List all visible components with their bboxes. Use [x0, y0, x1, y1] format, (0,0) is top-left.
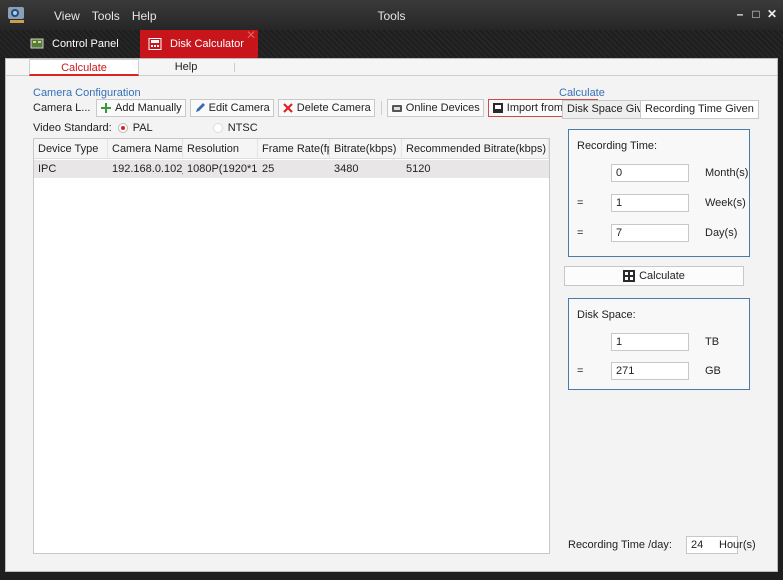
equals-sign-days: =: [577, 227, 584, 239]
menu-bar: View Tools Help: [54, 9, 157, 23]
add-manually-label: Add Manually: [115, 102, 182, 114]
table-header: Device Type Camera Name Resolution Frame…: [34, 139, 549, 159]
window-controls: – □ ✕: [735, 8, 777, 20]
cell-recommended-bitrate: 5120: [406, 163, 431, 175]
cell-frame-rate: 25: [262, 163, 275, 175]
cell-device-type: IPC: [38, 163, 57, 175]
close-icon[interactable]: ✕: [767, 8, 777, 20]
delete-camera-button[interactable]: Delete Camera: [277, 99, 375, 117]
ntsc-radio[interactable]: [212, 123, 223, 133]
cell-bitrate: 3480: [334, 163, 359, 175]
tab-close-icon[interactable]: ✕: [246, 28, 256, 42]
ntsc-label: NTSC: [227, 122, 258, 134]
recording-time-box: Recording Time: 0 Month(s) = 1 Week(s) =…: [568, 129, 750, 257]
toolbar-divider: [380, 101, 382, 115]
tb-unit: TB: [705, 336, 720, 348]
menu-view[interactable]: View: [54, 9, 80, 23]
disk-space-box: Disk Space: 1 TB = 271 GB: [568, 298, 750, 390]
import-icon: [492, 102, 504, 114]
camera-table: Device Type Camera Name Resolution Frame…: [33, 138, 550, 554]
column-header-recommended-bitrate[interactable]: Recommended Bitrate(kbps): [402, 139, 549, 159]
recording-per-day-label: Recording Time /day:: [568, 539, 672, 551]
tab-control-panel-label: Control Panel: [52, 38, 119, 50]
delete-camera-label: Delete Camera: [296, 102, 371, 114]
recording-time-label: Recording Time:: [577, 140, 658, 152]
maximize-icon[interactable]: □: [751, 8, 761, 20]
weeks-unit: Week(s): [705, 197, 746, 209]
calculator-icon: [623, 270, 636, 282]
days-unit: Day(s): [705, 227, 738, 239]
tb-input[interactable]: 1: [611, 333, 689, 351]
tab-disk-calculator[interactable]: Disk Calculator ✕: [140, 28, 258, 58]
tab-control-panel[interactable]: Control Panel: [26, 30, 132, 58]
months-input[interactable]: 0: [611, 164, 689, 182]
tab-calculate[interactable]: Calculate: [29, 59, 139, 76]
pal-label: PAL: [132, 122, 153, 134]
online-devices-button[interactable]: Online Devices: [386, 99, 484, 117]
minimize-icon[interactable]: –: [735, 8, 745, 20]
column-header-resolution[interactable]: Resolution: [183, 139, 258, 159]
control-panel-icon: [30, 38, 44, 50]
gb-unit: GB: [705, 365, 721, 377]
online-devices-icon: [391, 102, 403, 114]
menu-help[interactable]: Help: [132, 9, 157, 23]
table-row[interactable]: IPC 192.168.0.102_1 1080P(1920*1... 25 3…: [34, 160, 549, 178]
tab-divider: [234, 63, 235, 72]
column-header-bitrate[interactable]: Bitrate(kbps): [330, 139, 402, 159]
pal-radio[interactable]: [117, 123, 128, 133]
months-unit: Month(s): [705, 167, 749, 179]
column-header-frame-rate[interactable]: Frame Rate(fps): [258, 139, 330, 159]
title-bar: View Tools Help Tools – □ ✕: [0, 0, 783, 30]
calculate-button[interactable]: Calculate: [564, 266, 744, 286]
calculate-section-title: Calculate: [559, 87, 605, 99]
menu-tools[interactable]: Tools: [92, 9, 120, 23]
pencil-icon: [194, 102, 206, 114]
gb-input[interactable]: 271: [611, 362, 689, 380]
equals-sign-gb: =: [577, 365, 584, 377]
recording-per-day-unit: Hour(s): [719, 539, 756, 551]
edit-camera-label: Edit Camera: [208, 102, 270, 114]
add-manually-button[interactable]: Add Manually: [96, 99, 186, 117]
delete-x-icon: [282, 102, 294, 114]
app-tab-bar: Control Panel Disk Calculator ✕: [0, 28, 783, 58]
online-devices-label: Online Devices: [405, 102, 480, 114]
equals-sign-weeks: =: [577, 197, 584, 209]
sub-tab-bar: Calculate Help: [6, 59, 777, 76]
video-standard-row: Video Standard: PAL NTSC: [33, 122, 258, 134]
calculate-button-label: Calculate: [639, 270, 685, 282]
cell-resolution: 1080P(1920*1...: [187, 163, 258, 175]
tab-help[interactable]: Help: [146, 59, 226, 76]
column-header-camera-name[interactable]: Camera Name: [108, 139, 183, 159]
edit-camera-button[interactable]: Edit Camera: [189, 99, 274, 117]
plus-icon: [100, 102, 112, 114]
column-header-device-type[interactable]: Device Type: [34, 139, 108, 159]
app-logo-icon: [6, 4, 28, 26]
days-input[interactable]: 7: [611, 224, 689, 242]
weeks-input[interactable]: 1: [611, 194, 689, 212]
video-standard-label: Video Standard:: [33, 122, 112, 134]
tab-disk-calculator-label: Disk Calculator: [170, 38, 244, 50]
tab-recording-time-given[interactable]: Recording Time Given: [640, 100, 759, 119]
cell-camera-name: 192.168.0.102_1: [112, 163, 183, 175]
camera-list-label: Camera L...: [33, 102, 91, 114]
disk-calculator-icon: [148, 38, 162, 50]
camera-toolbar: Camera L... Add Manually Edit Camera Del…: [33, 98, 602, 118]
disk-space-label: Disk Space:: [577, 309, 636, 321]
